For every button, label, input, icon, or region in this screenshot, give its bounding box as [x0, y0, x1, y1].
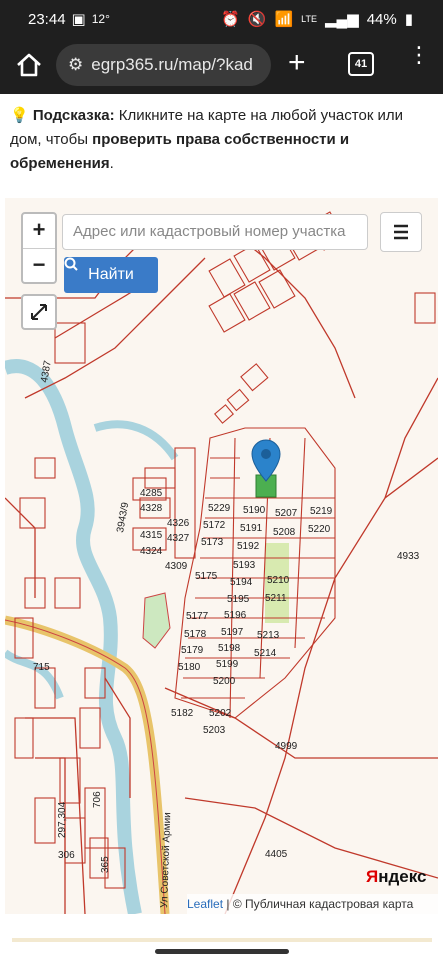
svg-text:4328: 4328: [140, 503, 163, 514]
svg-text:5192: 5192: [237, 541, 260, 552]
svg-text:5178: 5178: [184, 629, 207, 640]
svg-text:5194: 5194: [230, 577, 253, 588]
svg-text:5190: 5190: [243, 505, 266, 516]
lte-label: LTE: [301, 14, 317, 24]
leaflet-link[interactable]: Leaflet: [187, 897, 223, 911]
svg-text:5200: 5200: [213, 676, 236, 687]
zoom-in-button[interactable]: +: [23, 214, 55, 249]
svg-text:5173: 5173: [201, 537, 224, 548]
svg-text:365: 365: [100, 856, 111, 873]
yandex-logo-text: ндекс: [378, 867, 427, 886]
battery-level: 44%: [366, 10, 397, 28]
address-bar[interactable]: ⚙ egrp365.ru/map/?kad: [56, 44, 271, 86]
svg-text:5203: 5203: [203, 725, 226, 736]
search-icon: [64, 257, 78, 271]
expand-icon: [31, 304, 47, 320]
layers-menu-button[interactable]: [380, 212, 422, 252]
bottom-card-edge: [12, 938, 432, 942]
gallery-icon: ▣: [71, 11, 86, 28]
clock: 23:44: [28, 10, 66, 28]
svg-text:715: 715: [33, 662, 50, 673]
lightbulb-icon: 💡: [10, 107, 29, 124]
svg-text:5220: 5220: [308, 524, 331, 535]
find-button[interactable]: Найти: [64, 257, 158, 293]
svg-text:4327: 4327: [167, 533, 190, 544]
url-text: egrp365.ru/map/?kad: [91, 55, 253, 74]
search-input[interactable]: Адрес или кадастровый номер участка: [62, 214, 368, 250]
alarm-icon: ⏰: [221, 11, 240, 28]
svg-text:5193: 5193: [233, 560, 256, 571]
public-cadastral-map-link[interactable]: Публичная кадастровая карта: [245, 897, 413, 911]
svg-text:5180: 5180: [178, 662, 201, 673]
zoom-control: + −: [21, 212, 57, 284]
svg-text:5179: 5179: [181, 645, 204, 656]
svg-text:5177: 5177: [186, 611, 209, 622]
svg-text:5172: 5172: [203, 520, 226, 531]
status-bar: 23:44 ▣ 12° ⏰ 🔇 📶 LTE ▂▄▆ 44% ▮: [0, 0, 443, 38]
zoom-out-button[interactable]: −: [23, 249, 55, 283]
mute-icon: 🔇: [247, 11, 267, 28]
svg-text:5214: 5214: [254, 648, 277, 659]
svg-text:5207: 5207: [275, 508, 298, 519]
hint-panel: 💡 Подсказка: Кликните на карте на любой …: [10, 104, 435, 176]
temperature: 12°: [91, 12, 110, 26]
svg-text:5199: 5199: [216, 659, 239, 670]
yandex-logo: Яндекс: [366, 867, 427, 886]
svg-text:306: 306: [58, 850, 75, 861]
battery-icon: ▮: [404, 11, 413, 28]
site-settings-icon[interactable]: ⚙: [68, 55, 83, 75]
svg-text:5213: 5213: [257, 630, 280, 641]
hamburger-icon: [394, 224, 408, 240]
svg-text:5208: 5208: [273, 527, 296, 538]
svg-text:5182: 5182: [171, 708, 194, 719]
map-tiles[interactable]: 4285 4328 4326 4327 4315 4324 4309 5229 5190…: [5, 198, 438, 914]
home-icon[interactable]: [14, 50, 44, 80]
gesture-bar[interactable]: [155, 949, 289, 954]
svg-text:5210: 5210: [267, 575, 290, 586]
find-label: Найти: [88, 266, 134, 283]
svg-text:5219: 5219: [310, 506, 333, 517]
svg-text:5211: 5211: [265, 593, 287, 604]
svg-text:4285: 4285: [140, 488, 163, 499]
svg-text:5196: 5196: [224, 610, 247, 621]
svg-text:706: 706: [92, 791, 103, 808]
svg-text:5191: 5191: [240, 523, 263, 534]
svg-text:4405: 4405: [265, 849, 288, 860]
svg-text:4933: 4933: [397, 551, 420, 562]
svg-text:5195: 5195: [227, 594, 250, 605]
new-tab-icon[interactable]: +: [288, 48, 306, 78]
svg-text:Ул Советской Армии: Ул Советской Армии: [159, 812, 173, 908]
svg-text:5202: 5202: [209, 708, 232, 719]
hint-label: Подсказка:: [32, 107, 115, 124]
svg-text:5175: 5175: [195, 571, 218, 582]
browser-toolbar: ⚙ egrp365.ru/map/?kad + 41 ⋮: [0, 38, 443, 94]
svg-text:297,304: 297,304: [57, 801, 68, 838]
svg-text:4324: 4324: [140, 546, 163, 557]
svg-text:5229: 5229: [208, 503, 231, 514]
svg-text:4309: 4309: [165, 561, 188, 572]
tab-switcher-button[interactable]: 41: [348, 52, 374, 76]
svg-text:3943/9: 3943/9: [115, 501, 131, 533]
hint-end: .: [109, 155, 114, 172]
cadastral-map[interactable]: 4285 4328 4326 4327 4315 4324 4309 5229 5190…: [5, 198, 438, 914]
wifi-icon: 📶: [274, 11, 294, 28]
svg-text:5197: 5197: [221, 627, 244, 638]
svg-text:4999: 4999: [275, 741, 298, 752]
map-attribution: Leaflet | © Публичная кадастровая карта: [187, 894, 438, 914]
svg-text:4315: 4315: [140, 530, 163, 541]
overflow-menu-icon[interactable]: ⋮: [408, 44, 430, 66]
signal-icon: ▂▄▆: [325, 11, 359, 28]
svg-text:4326: 4326: [167, 518, 190, 529]
attribution-separator: | ©: [223, 897, 245, 911]
svg-text:5198: 5198: [218, 643, 241, 654]
fullscreen-button[interactable]: [21, 294, 57, 330]
